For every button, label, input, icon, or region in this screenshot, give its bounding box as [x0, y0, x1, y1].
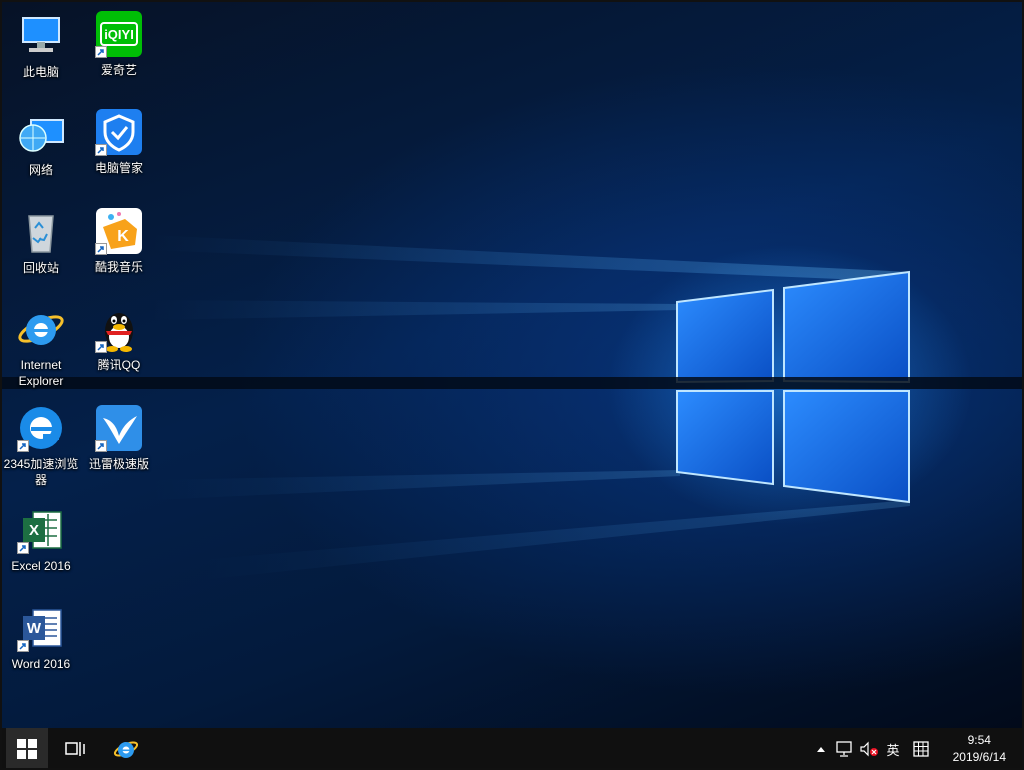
volume-muted-icon	[860, 741, 878, 757]
desktop-icon-label: Word 2016	[11, 657, 71, 671]
xunlei-bird-icon	[95, 404, 143, 452]
shortcut-arrow-icon	[17, 440, 29, 452]
shortcut-arrow-icon	[95, 46, 107, 58]
desktop-icon-internet-explorer[interactable]: Internet Explorer	[2, 305, 80, 389]
desktop-icon-word[interactable]: W Word 2016	[2, 604, 80, 672]
desktop-icon-label: 迅雷极速版	[88, 457, 149, 471]
desktop-icon-label: 回收站	[22, 261, 59, 275]
computer-icon	[17, 12, 65, 60]
shortcut-arrow-icon	[95, 243, 107, 255]
desktop-icon-xunlei[interactable]: 迅雷极速版	[80, 404, 158, 472]
desktop-icon-label: 2345加速浏览器	[3, 457, 79, 487]
desktop-icon-label: 爱奇艺	[100, 63, 137, 77]
excel-logo-letter: X	[29, 522, 39, 539]
ime-grid-icon	[913, 741, 929, 757]
desktop-icon-recycle-bin[interactable]: 回收站	[2, 208, 80, 276]
desktop[interactable]: 此电脑 网络 回收站 Internet Explorer 2345加速浏览器 X…	[0, 0, 1024, 728]
clock-date: 2019/6/14	[952, 750, 1006, 764]
chevron-up-icon	[817, 747, 825, 752]
network-wired-icon	[836, 741, 852, 757]
shortcut-arrow-icon	[17, 542, 29, 554]
desktop-icon-this-pc[interactable]: 此电脑	[2, 12, 80, 80]
desktop-icon-label: 腾讯QQ	[97, 358, 141, 372]
desktop-icon-label: 电脑管家	[94, 161, 143, 175]
windows-logo-icon	[17, 739, 37, 759]
shortcut-arrow-icon	[95, 144, 107, 156]
desktop-icon-pc-manager[interactable]: 电脑管家	[80, 108, 158, 176]
show-hidden-icons-button[interactable]	[812, 728, 830, 770]
shortcut-arrow-icon	[95, 440, 107, 452]
desktop-icon-kuwo-music[interactable]: K 酷我音乐	[80, 207, 158, 275]
desktop-icon-iqiyi[interactable]: iQIYI 爱奇艺	[80, 10, 158, 78]
desktop-icon-network[interactable]: 网络	[2, 110, 80, 178]
desktop-icon-label: 网络	[28, 163, 53, 177]
desktop-icon-label: 酷我音乐	[94, 260, 143, 274]
browser-2345-icon	[17, 404, 65, 452]
desktop-icon-2345-browser[interactable]: 2345加速浏览器	[2, 404, 80, 488]
shortcut-arrow-icon	[17, 640, 29, 652]
network-globe-icon	[17, 110, 65, 158]
excel-icon: X	[17, 506, 65, 554]
task-view-button[interactable]	[55, 728, 95, 770]
taskbar: 英 9:54 2019/6/14	[0, 728, 1024, 770]
clock-time: 9:54	[967, 733, 991, 747]
shortcut-arrow-icon	[95, 341, 107, 353]
desktop-icon-label: Internet Explorer	[18, 358, 64, 388]
internet-explorer-icon	[113, 741, 139, 758]
task-view-icon	[65, 742, 85, 756]
word-icon: W	[17, 604, 65, 652]
desktop-icon-label: Excel 2016	[11, 559, 71, 573]
recycle-bin-icon	[17, 208, 65, 256]
taskbar-clock[interactable]: 9:54 2019/6/14	[953, 732, 1006, 766]
taskbar-internet-explorer[interactable]	[104, 728, 148, 770]
desktop-icon-label: 此电脑	[22, 65, 59, 79]
iqiyi-logo-text: iQIYI	[104, 27, 134, 42]
internet-explorer-icon	[17, 305, 65, 353]
start-button[interactable]	[6, 728, 48, 770]
kuwo-music-icon: K	[95, 207, 143, 255]
ime-mode-button[interactable]	[910, 728, 932, 770]
volume-button[interactable]	[858, 728, 880, 770]
iqiyi-icon: iQIYI	[95, 10, 143, 58]
qq-penguin-icon	[95, 305, 143, 353]
input-language-indicator[interactable]: 英	[882, 728, 904, 770]
network-status-button[interactable]	[834, 728, 856, 770]
desktop-icon-excel[interactable]: X Excel 2016	[2, 506, 80, 574]
kuwo-logo-letter: K	[117, 228, 129, 245]
pc-manager-shield-icon	[95, 108, 143, 156]
word-logo-letter: W	[27, 620, 42, 637]
desktop-icon-qq[interactable]: 腾讯QQ	[80, 305, 158, 373]
